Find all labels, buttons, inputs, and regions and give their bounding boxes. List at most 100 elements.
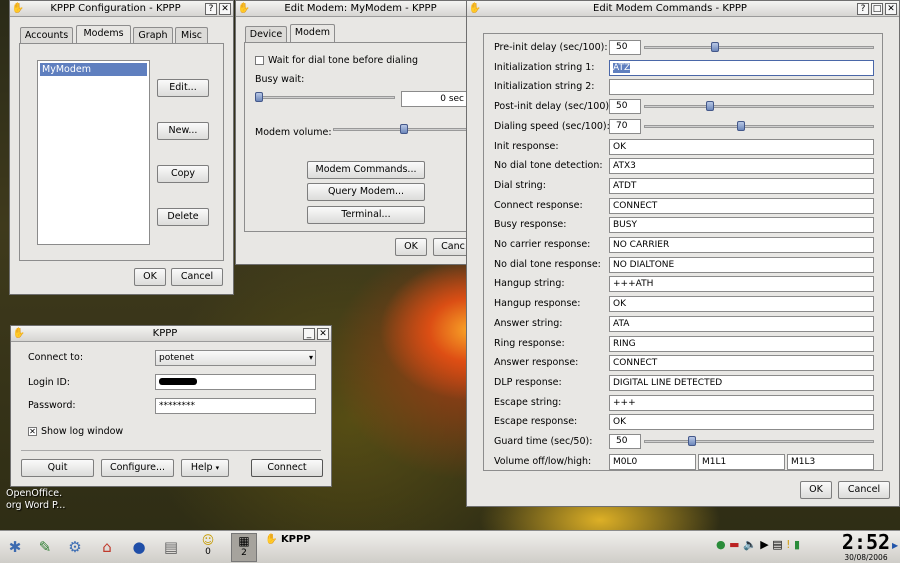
media-icon[interactable]: ▶ [760,538,768,551]
home-icon[interactable]: ⌂ [96,537,118,557]
network-icon[interactable]: ● [716,538,726,551]
wait-dialtone-checkbox[interactable] [255,56,264,65]
volume-high-field[interactable]: M1L3 [787,454,874,470]
command-row-spinbox[interactable]: 50 [609,434,641,449]
cancel-button[interactable]: Cancel [838,481,890,499]
command-row-field[interactable]: OK [609,296,874,312]
volume-icon[interactable]: 🔈 [743,538,757,551]
command-row-spinbox[interactable]: 70 [609,119,641,134]
desktop-pager-2[interactable]: ▦ 2 [231,533,257,562]
command-row-spinbox[interactable]: 50 [609,40,641,55]
clipboard-icon[interactable]: ▤ [772,538,782,551]
login-id-field[interactable] [155,374,316,390]
clock[interactable]: 2:52 30/08/2006 [840,531,892,562]
configure-button[interactable]: Configure... [101,459,174,477]
desktop-icon-openoffice[interactable]: OpenOffice. org Word P... [6,488,76,512]
command-row-field[interactable]: ATX3 [609,158,874,174]
titlebar[interactable]: ✋ Edit Modem Commands - KPPP ? □ ✕ [467,1,899,17]
command-row-field[interactable]: +++ [609,395,874,411]
command-row-slider-knob[interactable] [706,101,714,111]
tab-modems[interactable]: Modems [76,25,131,44]
close-icon[interactable]: ✕ [219,2,231,15]
command-row-value: +++ATH [613,279,654,289]
new-button[interactable]: New... [157,122,209,140]
command-row-field[interactable] [609,79,874,95]
command-row-field[interactable]: CONNECT [609,198,874,214]
command-row-field[interactable]: +++ATH [609,276,874,292]
terminal-button[interactable]: Terminal... [307,206,425,224]
command-row-field[interactable]: ATDT [609,178,874,194]
command-row-slider-knob[interactable] [737,121,745,131]
tab-misc[interactable]: Misc [175,27,208,44]
close-icon[interactable]: ✕ [885,2,897,15]
delete-button[interactable]: Delete [157,208,209,226]
command-row-field[interactable]: OK [609,139,874,155]
desktop-pager-1[interactable]: ☺ 0 [196,533,220,562]
kppp-window: ✋ KPPP _ ✕ Connect to: potenet ▾ Login I… [10,325,332,487]
command-row-field[interactable]: NO CARRIER [609,237,874,253]
command-row-field[interactable]: RING [609,336,874,352]
connect-to-select[interactable]: potenet ▾ [155,350,316,366]
command-row-slider[interactable] [644,125,874,128]
close-icon[interactable]: ✕ [317,327,329,340]
edit-button[interactable]: Edit... [157,79,209,97]
minimize-icon[interactable]: _ [303,327,315,340]
command-row-field[interactable]: ATZ [609,60,874,76]
command-row-field[interactable]: BUSY [609,217,874,233]
command-row-slider[interactable] [644,46,874,49]
command-row-slider-knob[interactable] [711,42,719,52]
battery-icon[interactable]: ▮ [794,538,800,551]
tab-device[interactable]: Device [245,26,287,43]
command-row-field[interactable]: OK [609,414,874,430]
command-row-field[interactable]: CONNECT [609,355,874,371]
tab-modem[interactable]: Modem [290,24,335,43]
connect-button[interactable]: Connect [251,459,323,477]
tab-accounts[interactable]: Accounts [20,27,73,44]
ok-button[interactable]: OK [395,238,427,256]
busy-wait-slider[interactable] [255,96,395,99]
modem-list[interactable]: MyModem [37,60,150,245]
command-row-slider-knob[interactable] [688,436,696,446]
query-modem-button[interactable]: Query Modem... [307,183,425,201]
command-row-spinbox[interactable]: 50 [609,99,641,114]
command-row-field[interactable]: DIGITAL LINE DETECTED [609,375,874,391]
quit-button[interactable]: Quit [21,459,94,477]
cancel-button[interactable]: Cancel [171,268,223,286]
titlebar[interactable]: ✋ Edit Modem: MyModem - KPPP [236,1,469,17]
browser-icon[interactable]: ● [128,537,150,557]
show-log-checkbox[interactable]: ✕ [28,427,37,436]
command-row-field[interactable]: ATA [609,316,874,332]
modem-commands-button[interactable]: Modem Commands... [307,161,425,179]
taskbar-item-kppp[interactable]: ✋ KPPP [265,534,311,548]
help-icon[interactable]: ? [857,2,869,15]
arrow-right-icon[interactable]: ▶ [892,541,898,550]
command-row-slider[interactable] [644,105,874,108]
list-item[interactable]: MyModem [40,63,147,76]
volume-low-field[interactable]: M1L1 [698,454,785,470]
busy-wait-field[interactable]: 0 sec [401,91,469,107]
help-icon[interactable]: ? [205,2,217,15]
tab-graph[interactable]: Graph [133,27,173,44]
maximize-icon[interactable]: □ [871,2,883,15]
notes-icon[interactable]: ▤ [160,537,182,557]
update-icon[interactable]: ! [786,538,790,551]
keyboard-icon[interactable]: ▬ [729,538,739,551]
help-button[interactable]: Help ▾ [181,459,229,477]
app-icon: ✋ [468,3,482,14]
modem-volume-slider-knob[interactable] [400,124,408,134]
copy-button[interactable]: Copy [157,165,209,183]
titlebar[interactable]: ✋ KPPP Configuration - KPPP ? ✕ [10,1,233,17]
clock-date: 30/08/2006 [844,553,888,562]
command-row-field[interactable]: NO DIALTONE [609,257,874,273]
volume-off-field[interactable]: M0L0 [609,454,696,470]
ok-button[interactable]: OK [134,268,166,286]
ok-button[interactable]: OK [800,481,832,499]
command-row-slider[interactable] [644,440,874,443]
edit-icon[interactable]: ✎ [34,537,56,557]
chevron-down-icon[interactable]: ▾ [309,351,313,365]
titlebar[interactable]: ✋ KPPP _ ✕ [11,326,331,342]
busy-wait-slider-knob[interactable] [255,92,263,102]
settings-icon[interactable]: ⚙ [64,537,86,557]
kde-menu-icon[interactable]: ✱ [4,537,26,557]
password-field[interactable]: ******** [155,398,316,414]
